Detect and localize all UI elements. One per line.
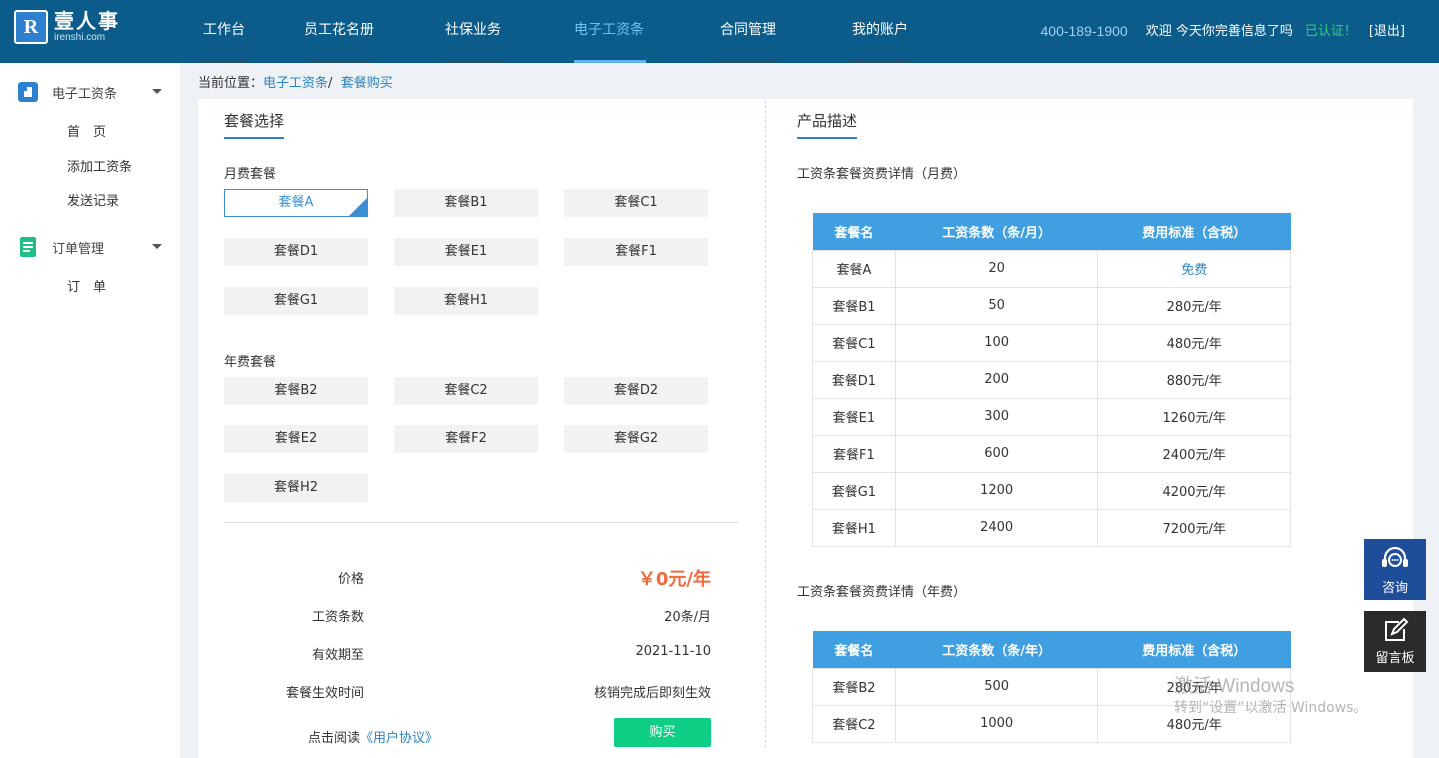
package-f1-button[interactable]: 套餐F1: [564, 238, 708, 266]
table-row: 套餐C1 100 480元/年: [812, 323, 1291, 362]
count-label: 工资条数: [311, 610, 364, 625]
logo[interactable]: R 壹人事 irenshi.com: [14, 10, 120, 44]
caret-down-icon: [152, 244, 162, 249]
package-d1-button[interactable]: 套餐D1: [224, 238, 368, 266]
sidebar-group-label: 电子工资条: [52, 86, 118, 102]
consult-button[interactable]: 咨询: [1364, 539, 1426, 600]
sidebar-item-home[interactable]: 首 页: [67, 121, 106, 140]
price-value: ￥0元/年: [637, 569, 711, 590]
payslip-icon: [18, 82, 38, 102]
column-header: 套餐名: [812, 213, 896, 250]
windows-watermark-title: 激活 Windows: [1174, 676, 1295, 697]
headset-icon: [1382, 546, 1408, 567]
sidebar-item-send-records[interactable]: 发送记录: [67, 190, 119, 209]
package-h2-button[interactable]: 套餐H2: [224, 474, 368, 502]
windows-watermark-subtitle: 转到“设置”以激活 Windows。: [1174, 700, 1368, 716]
table-row: 套餐E1 300 1260元/年: [812, 397, 1291, 436]
logo-title: 壹人事: [54, 9, 120, 33]
nav-contract[interactable]: 合同管理: [678, 0, 818, 63]
section-title-selection: 套餐选择: [224, 110, 285, 139]
section-title-description: 产品描述: [797, 110, 858, 139]
package-e1-button[interactable]: 套餐E1: [394, 238, 538, 266]
sidebar: 电子工资条 首 页 添加工资条 发送记录 订单管理 订 单: [0, 63, 180, 758]
package-h1-button[interactable]: 套餐H1: [394, 287, 538, 315]
column-header: 工资条数（条/年）: [895, 631, 1098, 668]
nav-roster[interactable]: 员工花名册: [272, 0, 406, 63]
selected-corner-icon: [349, 198, 367, 216]
package-e2-button[interactable]: 套餐E2: [224, 425, 368, 453]
package-g1-button[interactable]: 套餐G1: [224, 287, 368, 315]
nav-social-security[interactable]: 社保业务: [406, 0, 540, 63]
nav-workbench[interactable]: 工作台: [176, 0, 272, 63]
expire-label: 有效期至: [311, 648, 364, 663]
package-f2-button[interactable]: 套餐F2: [394, 425, 538, 453]
table-row: 套餐H1 2400 7200元/年: [812, 508, 1291, 547]
free-badge: 免费: [1097, 249, 1291, 288]
table-row: 套餐D1 200 880元/年: [812, 360, 1291, 399]
column-header: 工资条数（条/月）: [895, 213, 1098, 250]
column-header: 套餐名: [812, 631, 896, 668]
table-row: 套餐G1 1200 4200元/年: [812, 471, 1291, 510]
logo-mark-icon: R: [14, 10, 48, 44]
yearly-table-caption: 工资条套餐资费详情（年费）: [797, 585, 967, 600]
expire-value: 2021-11-10: [635, 644, 711, 659]
effect-label: 套餐生效时间: [285, 686, 364, 701]
sidebar-item-add-payslip[interactable]: 添加工资条: [67, 156, 132, 175]
breadcrumb-link[interactable]: 电子工资条: [263, 76, 328, 91]
sidebar-group-payslip[interactable]: 电子工资条: [0, 77, 180, 107]
buy-button[interactable]: 购买: [614, 718, 711, 747]
user-agreement-link[interactable]: 《用户协议》: [360, 731, 438, 746]
column-divider: [765, 100, 766, 748]
welcome-text: 欢迎 今天你完善信息了吗: [1145, 24, 1293, 39]
price-label: 价格: [337, 572, 364, 587]
main-nav: 工作台 员工花名册 社保业务 电子工资条 合同管理 我的账户: [176, 0, 942, 63]
column-header: 费用标准（含税）: [1097, 213, 1291, 250]
package-g2-button[interactable]: 套餐G2: [564, 425, 708, 453]
nav-e-payslip[interactable]: 电子工资条: [540, 0, 678, 63]
summary-divider: [224, 522, 738, 523]
breadcrumb: 当前位置：电子工资条/ 套餐购买: [198, 76, 393, 91]
monthly-table-caption: 工资条套餐资费详情（月费）: [797, 167, 967, 182]
table-row: 套餐A 20 免费: [812, 249, 1291, 288]
logo-domain: irenshi.com: [54, 32, 106, 43]
breadcrumb-current: 套餐购买: [340, 76, 393, 91]
order-icon: [20, 237, 36, 257]
package-d2-button[interactable]: 套餐D2: [564, 377, 708, 405]
edit-icon: [1385, 617, 1409, 641]
sidebar-group-orders[interactable]: 订单管理: [0, 232, 180, 262]
monthly-fee-table: 套餐名 工资条数（条/月） 费用标准（含税） 套餐A 20 免费 套餐B1 50 280…: [812, 213, 1291, 547]
verified-badge: 已认证！: [1304, 24, 1357, 39]
package-a-button[interactable]: 套餐A: [224, 189, 368, 217]
message-board-button[interactable]: 留言板: [1364, 611, 1426, 672]
caret-down-icon: [152, 89, 162, 94]
yearly-label: 年费套餐: [224, 355, 277, 370]
package-b1-button[interactable]: 套餐B1: [394, 189, 538, 217]
effect-value: 核销完成后即刻生效: [593, 686, 711, 701]
count-value: 20条/月: [664, 610, 711, 625]
package-b2-button[interactable]: 套餐B2: [224, 377, 368, 405]
package-c2-button[interactable]: 套餐C2: [394, 377, 538, 405]
sidebar-item-orders[interactable]: 订 单: [67, 276, 106, 295]
monthly-label: 月费套餐: [224, 167, 277, 182]
table-row: 套餐B1 50 280元/年: [812, 286, 1291, 325]
top-header: R 壹人事 irenshi.com 工作台 员工花名册 社保业务 电子工资条 合…: [0, 0, 1439, 63]
nav-account[interactable]: 我的账户: [818, 0, 942, 63]
logout-link[interactable]: [退出]: [1369, 0, 1405, 63]
service-phone: 400-189-1900: [1040, 23, 1128, 39]
sidebar-group-label: 订单管理: [52, 241, 105, 257]
agreement-text: 点击阅读《用户协议》: [308, 731, 439, 746]
table-row: 套餐F1 600 2400元/年: [812, 434, 1291, 473]
package-c1-button[interactable]: 套餐C1: [564, 189, 708, 217]
column-header: 费用标准（含税）: [1097, 631, 1291, 668]
